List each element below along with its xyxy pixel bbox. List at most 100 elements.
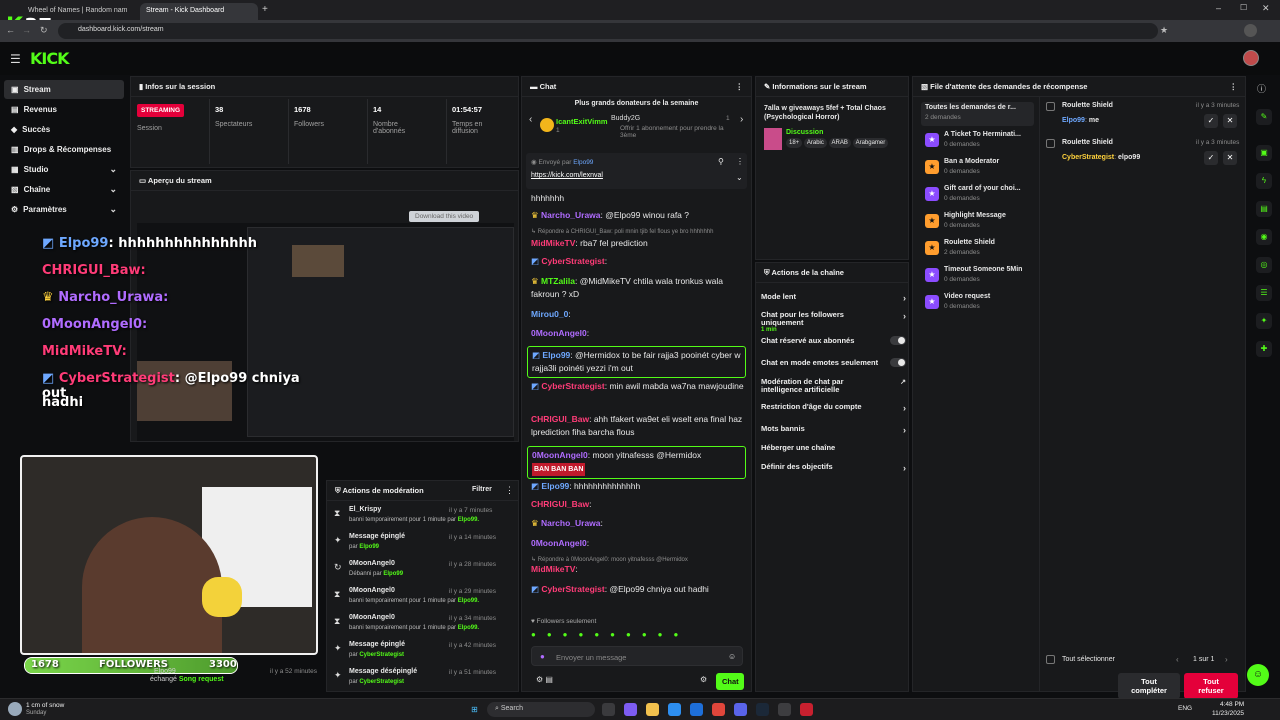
more-options-icon[interactable]: ⋮ — [736, 157, 744, 166]
chat-message[interactable]: ♛ Narcho_Urawa: @Elpo99 winou rafa ? — [531, 209, 746, 222]
toggle-switch[interactable] — [890, 336, 906, 345]
sidebar-item-succes[interactable]: ◆ Succès — [4, 120, 124, 139]
chat-message[interactable]: ♛ Narcho_Urawa: — [531, 517, 746, 530]
donor-name[interactable]: IcantExitVimm — [556, 117, 608, 126]
channel-action-row[interactable]: Définir des objectifs › — [761, 463, 906, 474]
windows-start-icon[interactable]: ⊞ — [468, 703, 481, 716]
chat-username[interactable]: Elpo99 — [542, 350, 570, 360]
sidebar-item-drops[interactable]: ▥ Drops & Récompenses — [4, 140, 124, 159]
tab-kick-dashboard[interactable]: Stream - Kick Dashboard — [140, 3, 258, 20]
channel-action-row[interactable]: Restriction d'âge du compte › — [761, 403, 906, 414]
accept-request-button[interactable]: ✓ — [1204, 151, 1218, 165]
puzzle-icon[interactable]: ✚ — [1256, 341, 1272, 357]
pinned-link[interactable]: https://kick.com/lexnval — [531, 172, 603, 179]
filter-button[interactable]: Filtrer — [472, 486, 492, 493]
channel-action-row[interactable]: Mots bannis › — [761, 425, 906, 436]
request-checkbox[interactable] — [1046, 102, 1055, 111]
weather-text[interactable]: 1 cm of snow — [26, 702, 64, 709]
more-options-icon[interactable]: ⋮ — [1230, 82, 1238, 91]
chat-username[interactable]: MidMikeTV — [531, 238, 575, 248]
camera-icon[interactable]: ▣ — [1256, 145, 1272, 161]
chat-message[interactable]: ♛ MTZalila: @MidMikeTV chtila wala tronk… — [531, 275, 746, 301]
chrome-icon[interactable] — [712, 703, 725, 716]
chat-message[interactable]: MidMikeTV: — [531, 563, 746, 576]
kick-logo[interactable]: KICK — [30, 49, 69, 68]
info-icon[interactable]: ⓘ — [1257, 82, 1266, 95]
chat-username[interactable]: 0MoonAngel0 — [532, 450, 588, 460]
taskbar-search[interactable]: ⌕ Search — [487, 702, 595, 717]
chevron-right-icon[interactable]: › — [740, 114, 743, 125]
reject-request-button[interactable]: ✕ — [1223, 151, 1237, 165]
accept-request-button[interactable]: ✓ — [1204, 114, 1218, 128]
chat-username[interactable]: 0MoonAngel0 — [531, 538, 587, 548]
page-next-icon[interactable]: › — [1225, 655, 1228, 664]
chat-message[interactable]: ◩ CyberStrategist: — [531, 255, 746, 268]
clipboard-icon[interactable]: ▤ — [1256, 201, 1272, 217]
chat-username[interactable]: Mirou0_0 — [531, 309, 568, 319]
support-chat-icon[interactable]: ☺ — [1247, 664, 1269, 686]
chat-username[interactable]: Elpo99 — [541, 481, 569, 491]
tag[interactable]: Arabic — [803, 138, 827, 148]
profile-avatar[interactable] — [1244, 24, 1257, 37]
chat-username[interactable]: CHRIGUI_Baw — [531, 414, 589, 424]
channel-action-row[interactable]: Modération de chat par intelligence arti… — [761, 378, 906, 394]
chat-message[interactable]: CHRIGUI_Baw: ahh tfakert wa9et eli wselt… — [531, 413, 746, 439]
chat-username[interactable]: CHRIGUI_Baw — [531, 499, 589, 509]
request-checkbox[interactable] — [1046, 139, 1055, 148]
chat-message[interactable]: ◩ CyberStrategist: min awil mabda wa7na … — [531, 380, 746, 393]
new-tab-icon[interactable]: + — [262, 4, 268, 15]
more-options-icon[interactable]: ⋮ — [736, 82, 744, 91]
bookmark-star-icon[interactable]: ★ — [1160, 25, 1168, 36]
steam-icon[interactable] — [756, 703, 769, 716]
minimize-icon[interactable]: – — [1216, 3, 1221, 13]
chat-message[interactable]: ◩ Elpo99: hhhhhhhhhhhhhh — [531, 480, 746, 493]
list-icon[interactable]: ☰ — [1256, 285, 1272, 301]
download-video-button[interactable]: Download this video — [409, 211, 480, 222]
user-avatar[interactable] — [1243, 50, 1259, 66]
toggle-switch[interactable] — [890, 358, 906, 367]
chevron-down-icon[interactable]: ⌄ — [736, 173, 743, 182]
lightning-icon[interactable]: ϟ — [1256, 173, 1272, 189]
chat-message[interactable]: 0MoonAngel0: — [531, 537, 746, 550]
chat-username[interactable]: 0MoonAngel0 — [531, 328, 587, 338]
sidebar-item-revenus[interactable]: ▤ Revenus — [4, 100, 124, 119]
page-prev-icon[interactable]: ‹ — [1176, 655, 1179, 664]
gear-icon[interactable]: ⚙ — [700, 675, 707, 684]
chat-message[interactable]: ◩ CyberStrategist: @Elpo99 chniya out ha… — [531, 583, 746, 596]
chat-username[interactable]: Narcho_Urawa — [541, 210, 601, 220]
folder-icon[interactable] — [646, 703, 659, 716]
chat-message[interactable]: MidMikeTV: rba7 fel prediction — [531, 237, 746, 250]
donor2-name[interactable]: Buddy2G — [611, 115, 640, 122]
chat-username[interactable]: CyberStrategist — [541, 584, 604, 594]
app-icon[interactable] — [690, 703, 703, 716]
chat-username[interactable]: Narcho_Urawa — [541, 518, 601, 528]
channel-action-row[interactable]: Chat réservé aux abonnés — [761, 336, 906, 345]
close-window-icon[interactable]: ✕ — [1262, 3, 1270, 14]
tag[interactable]: ARAB — [828, 138, 851, 148]
url-field[interactable]: dashboard.kick.com/stream — [58, 23, 1158, 39]
app-icon[interactable] — [624, 703, 637, 716]
chat-bubble-icon[interactable]: ◉ — [1256, 229, 1272, 245]
language-indicator[interactable]: ENG — [1178, 705, 1192, 712]
mic-icon[interactable]: ● — [540, 652, 545, 661]
chat-message[interactable]: ◩ Elpo99: @Hermidox to be fair rajja3 po… — [527, 346, 746, 378]
category-name[interactable]: Discussion — [786, 129, 823, 136]
taskview-icon[interactable] — [602, 703, 615, 716]
emote-icons[interactable]: ●●●●●●●●●● — [531, 630, 689, 639]
chat-message[interactable]: 0MoonAngel0: — [531, 327, 746, 340]
channel-action-row[interactable]: Chat en mode emotes seulement — [761, 358, 906, 367]
broadcast-icon[interactable]: ◎ — [1256, 257, 1272, 273]
sidebar-item-stream[interactable]: ▣ Stream — [4, 80, 124, 99]
forward-icon[interactable]: → — [22, 25, 31, 35]
hamburger-menu-icon[interactable]: ☰ — [10, 52, 21, 66]
chat-username[interactable]: MTZalila — [541, 276, 575, 286]
reject-request-button[interactable]: ✕ — [1223, 114, 1237, 128]
chevron-left-icon[interactable]: ‹ — [529, 114, 532, 125]
refuse-all-button[interactable]: Tout refuser — [1184, 673, 1238, 699]
wrench-icon[interactable]: ✦ — [1256, 313, 1272, 329]
edit-icon[interactable]: ✎ — [1256, 109, 1272, 125]
chat-username[interactable]: MidMikeTV — [531, 564, 575, 574]
emoji-icon[interactable]: ☺ — [728, 652, 736, 661]
send-chat-button[interactable]: Chat — [716, 673, 744, 690]
chat-message[interactable]: CHRIGUI_Baw: — [531, 498, 746, 511]
